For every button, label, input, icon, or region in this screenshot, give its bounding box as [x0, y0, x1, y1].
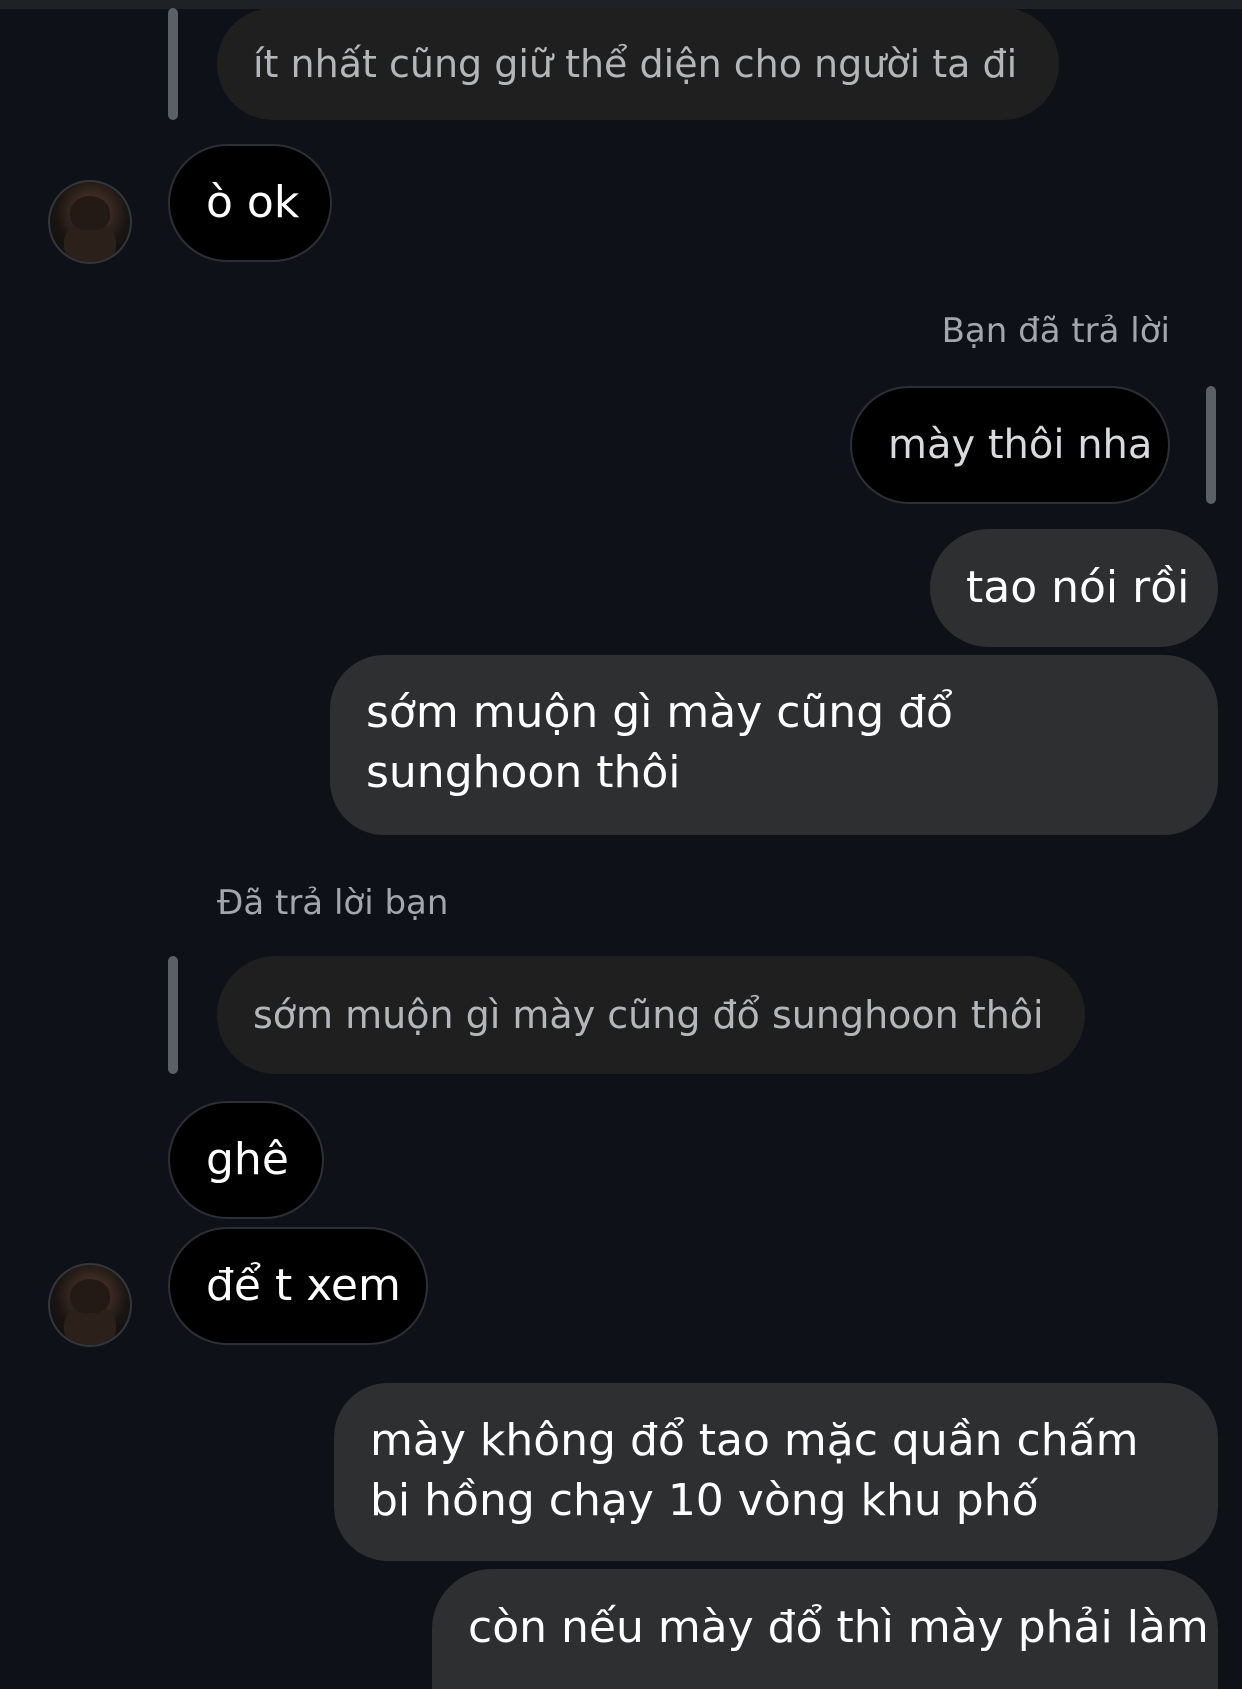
- quoted-message[interactable]: ít nhất cũng giữ thể diện cho người ta đ…: [217, 8, 1059, 120]
- reply-label: Bạn đã trả lời: [941, 311, 1170, 351]
- outgoing-message[interactable]: sớm muộn gì mày cũng đổ sunghoon thôi: [330, 655, 1218, 835]
- reply-indicator-bar: [168, 956, 178, 1074]
- reply-indicator-bar: [168, 8, 178, 120]
- incoming-message[interactable]: ghê: [168, 1101, 324, 1219]
- contact-avatar-icon[interactable]: [48, 180, 132, 264]
- reply-indicator-bar: [1206, 386, 1216, 504]
- quoted-message[interactable]: sớm muộn gì mày cũng đổ sunghoon thôi: [217, 956, 1085, 1074]
- incoming-message[interactable]: để t xem: [168, 1227, 428, 1345]
- contact-avatar-icon[interactable]: [48, 1263, 132, 1347]
- outgoing-message[interactable]: tao nói rồi: [930, 529, 1218, 647]
- reply-label: Đã trả lời bạn: [217, 883, 449, 923]
- outgoing-message[interactable]: mày không đổ tao mặc quần chấm bi hồng c…: [334, 1383, 1218, 1561]
- incoming-message[interactable]: ò ok: [168, 144, 332, 262]
- outgoing-message[interactable]: còn nếu mày đổ thì mày phải làm: [432, 1569, 1218, 1689]
- quoted-own-message[interactable]: mày thôi nha: [850, 386, 1170, 504]
